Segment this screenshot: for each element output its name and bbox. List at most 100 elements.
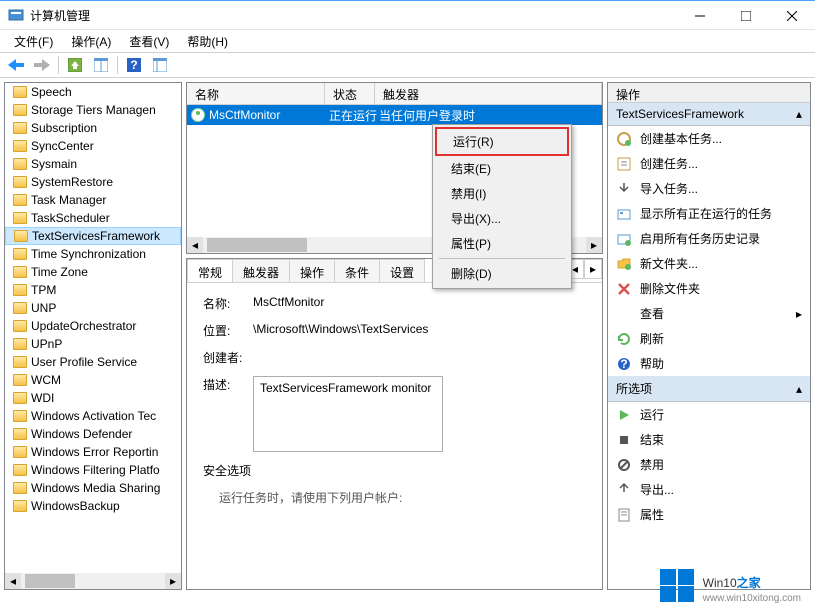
- folder-icon: [13, 446, 27, 458]
- tree-label: UNP: [31, 301, 56, 315]
- col-state[interactable]: 状态: [325, 83, 375, 104]
- tree-item[interactable]: Windows Filtering Platfo: [5, 461, 181, 479]
- action-delete[interactable]: 删除文件夹: [608, 276, 810, 301]
- console-button[interactable]: [148, 54, 172, 76]
- desc-textarea[interactable]: TextServicesFramework monitor: [253, 376, 443, 452]
- action-end[interactable]: 结束: [608, 427, 810, 452]
- menu-view[interactable]: 查看(V): [121, 31, 177, 52]
- tree-label: UpdateOrchestrator: [31, 319, 136, 333]
- cm-delete[interactable]: 删除(D): [435, 261, 569, 286]
- cm-disable[interactable]: 禁用(I): [435, 181, 569, 206]
- import-icon: [616, 181, 632, 197]
- action-disable[interactable]: 禁用: [608, 452, 810, 477]
- actions-section-2[interactable]: 所选项 ▴: [608, 376, 810, 402]
- menu-help[interactable]: 帮助(H): [179, 31, 236, 52]
- svg-text:?: ?: [130, 58, 137, 72]
- up-button[interactable]: [63, 54, 87, 76]
- tree-scrollbar[interactable]: ◂▸: [5, 573, 181, 589]
- tree-item[interactable]: WDI: [5, 389, 181, 407]
- action-help[interactable]: ? 帮助: [608, 351, 810, 376]
- tree-label: TaskScheduler: [31, 211, 110, 225]
- main-area: SpeechStorage Tiers ManagenSubscriptionS…: [0, 78, 815, 594]
- run-icon: [616, 407, 632, 423]
- tab-settings[interactable]: 设置: [379, 259, 425, 282]
- tree-item[interactable]: TaskScheduler: [5, 209, 181, 227]
- cm-run[interactable]: 运行(R): [435, 127, 569, 156]
- svg-text:?: ?: [620, 357, 627, 371]
- tree-item[interactable]: WCM: [5, 371, 181, 389]
- tree-item[interactable]: UPnP: [5, 335, 181, 353]
- back-button[interactable]: [4, 54, 28, 76]
- action-label: 显示所有正在运行的任务: [640, 205, 772, 222]
- task-row[interactable]: MsCtfMonitor 正在运行 当任何用户登录时: [187, 105, 602, 125]
- tree-item[interactable]: Windows Activation Tec: [5, 407, 181, 425]
- cm-export[interactable]: 导出(X)...: [435, 206, 569, 231]
- tab-conditions[interactable]: 条件: [334, 259, 380, 282]
- folder-icon: [13, 86, 27, 98]
- actions-header: 操作: [608, 83, 810, 103]
- forward-button[interactable]: [30, 54, 54, 76]
- tree-item[interactable]: Time Zone: [5, 263, 181, 281]
- folder-icon: [13, 302, 27, 314]
- tab-actions[interactable]: 操作: [289, 259, 335, 282]
- action-label: 禁用: [640, 456, 664, 473]
- action-label: 创建基本任务...: [640, 130, 722, 147]
- folder-icon: [13, 356, 27, 368]
- tree-item[interactable]: SyncCenter: [5, 137, 181, 155]
- tree-item[interactable]: UNP: [5, 299, 181, 317]
- menu-action[interactable]: 操作(A): [63, 31, 119, 52]
- tree-item[interactable]: Windows Defender: [5, 425, 181, 443]
- window-controls: [677, 1, 815, 31]
- action-run[interactable]: 运行: [608, 402, 810, 427]
- cm-end[interactable]: 结束(E): [435, 156, 569, 181]
- action-export[interactable]: 导出...: [608, 477, 810, 502]
- menubar: 文件(F) 操作(A) 查看(V) 帮助(H): [0, 30, 815, 52]
- action-label: 帮助: [640, 355, 664, 372]
- actions-section-1[interactable]: TextServicesFramework ▴: [608, 103, 810, 126]
- cm-props[interactable]: 属性(P): [435, 231, 569, 256]
- action-label: 刷新: [640, 330, 664, 347]
- action-create[interactable]: 创建任务...: [608, 151, 810, 176]
- tree-list[interactable]: SpeechStorage Tiers ManagenSubscriptionS…: [5, 83, 181, 589]
- label-location: 位置:: [203, 322, 253, 339]
- action-view[interactable]: 查看▸: [608, 301, 810, 326]
- tree-item[interactable]: Subscription: [5, 119, 181, 137]
- tab-triggers[interactable]: 触发器: [232, 259, 290, 282]
- action-refresh[interactable]: 刷新: [608, 326, 810, 351]
- action-props[interactable]: 属性: [608, 502, 810, 527]
- tree-item[interactable]: Time Synchronization: [5, 245, 181, 263]
- tree-item[interactable]: Windows Media Sharing: [5, 479, 181, 497]
- tree-item[interactable]: Storage Tiers Managen: [5, 101, 181, 119]
- action-new-folder[interactable]: 新文件夹...: [608, 251, 810, 276]
- tab-next[interactable]: ▸: [584, 259, 602, 279]
- tree-item[interactable]: Task Manager: [5, 191, 181, 209]
- tree-item[interactable]: Sysmain: [5, 155, 181, 173]
- col-trigger[interactable]: 触发器: [375, 83, 602, 104]
- maximize-button[interactable]: [723, 1, 769, 31]
- tree-label: TPM: [31, 283, 56, 297]
- folder-icon: [13, 176, 27, 188]
- tab-general[interactable]: 常规: [187, 259, 233, 282]
- folder-icon: [13, 248, 27, 260]
- tree-item[interactable]: TPM: [5, 281, 181, 299]
- action-history[interactable]: 启用所有任务历史记录: [608, 226, 810, 251]
- col-name[interactable]: 名称: [187, 83, 325, 104]
- close-button[interactable]: [769, 1, 815, 31]
- menu-file[interactable]: 文件(F): [6, 31, 61, 52]
- tree-item[interactable]: UpdateOrchestrator: [5, 317, 181, 335]
- tree-item[interactable]: WindowsBackup: [5, 497, 181, 515]
- panes-button[interactable]: [89, 54, 113, 76]
- tree-item[interactable]: SystemRestore: [5, 173, 181, 191]
- action-show-running[interactable]: 显示所有正在运行的任务: [608, 201, 810, 226]
- tree-item[interactable]: Windows Error Reportin: [5, 443, 181, 461]
- help-button[interactable]: ?: [122, 54, 146, 76]
- minimize-button[interactable]: [677, 1, 723, 31]
- action-import[interactable]: 导入任务...: [608, 176, 810, 201]
- security-sub: 运行任务时，请使用下列用户帐户:: [203, 489, 586, 506]
- tree-item[interactable]: Speech: [5, 83, 181, 101]
- tree-item[interactable]: TextServicesFramework: [5, 227, 181, 245]
- folder-icon: [13, 212, 27, 224]
- action-create-basic[interactable]: 创建基本任务...: [608, 126, 810, 151]
- tree-label: Time Synchronization: [31, 247, 146, 261]
- tree-item[interactable]: User Profile Service: [5, 353, 181, 371]
